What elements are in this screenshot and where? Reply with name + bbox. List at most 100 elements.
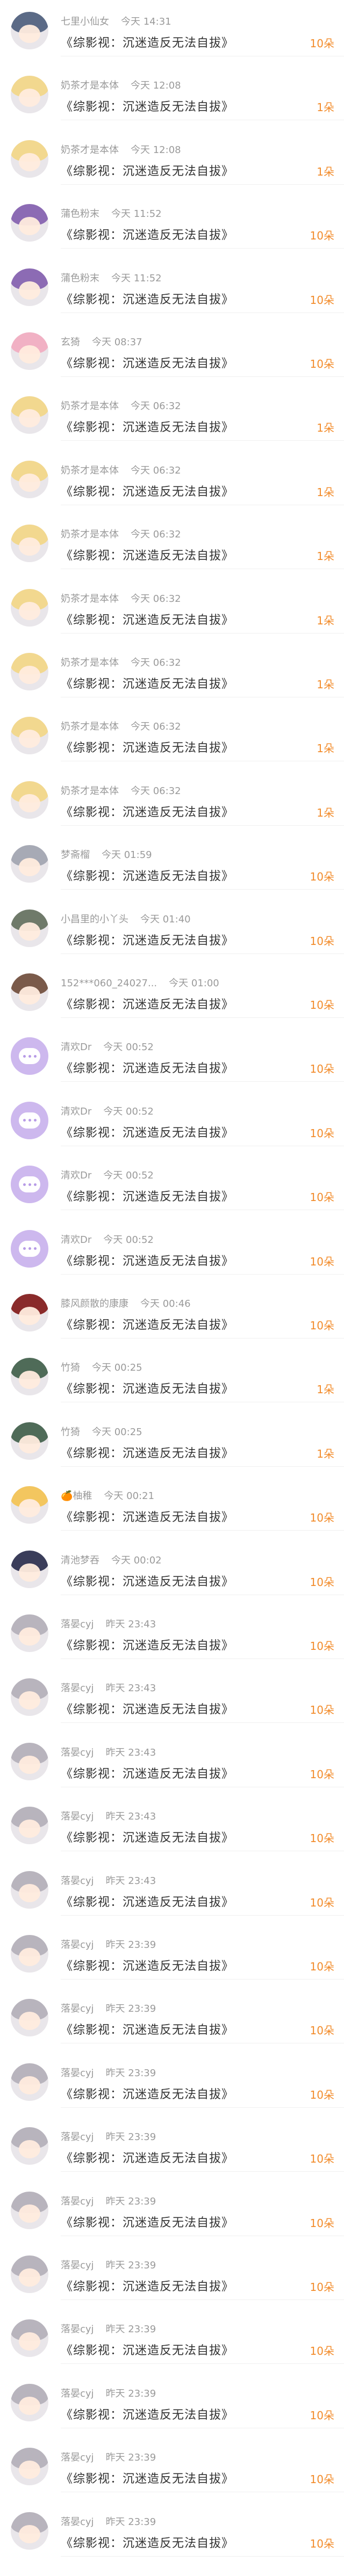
user-name[interactable]: 七里小仙女 (61, 16, 109, 27)
gift-record-row[interactable]: 落晏cyj 昨天 23:43 《综影视：沉迷造反无法自拔》 10朵 (0, 1852, 344, 1916)
gift-record-row[interactable]: 蒲色粉末 今天 11:52 《综影视：沉迷造反无法自拔》 10朵 (0, 185, 344, 249)
book-title[interactable]: 《综影视：沉迷造反无法自拔》 (61, 1956, 234, 1974)
book-title[interactable]: 《综影视：沉迷造反无法自拔》 (61, 33, 234, 50)
gift-record-row[interactable]: 🍊柚稚 今天 00:21 《综影视：沉迷造反无法自拔》 10朵 (0, 1467, 344, 1531)
user-name[interactable]: 竹猗 (61, 1427, 80, 1438)
user-name[interactable]: 落晏cyj (61, 1875, 94, 1887)
user-avatar[interactable] (11, 781, 48, 819)
user-avatar[interactable] (11, 2063, 48, 2101)
user-name[interactable]: 落晏cyj (61, 2131, 94, 2143)
gift-record-row[interactable]: 落晏cyj 昨天 23:39 《综影视：沉迷造反无法自拔》 10朵 (0, 2044, 344, 2108)
user-name[interactable]: 落晏cyj (61, 2260, 94, 2271)
book-title[interactable]: 《综影视：沉迷造反无法自拔》 (61, 1444, 234, 1461)
user-avatar[interactable] (11, 909, 48, 947)
gift-record-row[interactable]: 落晏cyj 昨天 23:43 《综影视：沉迷造反无法自拔》 10朵 (0, 1659, 344, 1723)
book-title[interactable]: 《综影视：沉迷造反无法自拔》 (61, 1700, 234, 1717)
user-name[interactable]: 奶茶才是本体 (61, 465, 119, 476)
user-name[interactable]: 落晏cyj (61, 1619, 94, 1630)
user-name[interactable]: 🍊柚稚 (61, 1490, 92, 1502)
book-title[interactable]: 《综影视：沉迷造反无法自拔》 (61, 2277, 234, 2294)
book-title[interactable]: 《综影视：沉迷造反无法自拔》 (61, 1508, 234, 1525)
user-name[interactable]: 清欢Dr (61, 1170, 91, 1181)
book-title[interactable]: 《综影视：沉迷造反无法自拔》 (61, 867, 234, 884)
user-name[interactable]: 玄猗 (61, 337, 80, 348)
gift-record-row[interactable]: 落晏cyj 昨天 23:43 《综影视：沉迷造反无法自拔》 10朵 (0, 1595, 344, 1659)
book-title[interactable]: 《综影视：沉迷造反无法自拔》 (61, 1893, 234, 1910)
user-name[interactable]: 落晏cyj (61, 2452, 94, 2463)
book-title[interactable]: 《综影视：沉迷造反无法自拔》 (61, 610, 234, 628)
gift-record-row[interactable]: 落晏cyj 昨天 23:39 《综影视：沉迷造反无法自拔》 10朵 (0, 2236, 344, 2300)
book-title[interactable]: 《综影视：沉迷造反无法自拔》 (61, 931, 234, 948)
gift-record-row[interactable]: 小昌里的小丫头 今天 01:40 《综影视：沉迷造反无法自拔》 10朵 (0, 890, 344, 954)
gift-record-row[interactable]: 清池梦吞 今天 00:02 《综影视：沉迷造反无法自拔》 10朵 (0, 1531, 344, 1595)
book-title[interactable]: 《综影视：沉迷造反无法自拔》 (61, 1059, 234, 1076)
user-avatar[interactable] (11, 332, 48, 370)
gift-record-row[interactable]: 膝风颜散的康康 今天 00:46 《综影视：沉迷造反无法自拔》 10朵 (0, 1275, 344, 1338)
user-name[interactable]: 清欢Dr (61, 1106, 91, 1117)
user-avatar[interactable] (11, 12, 48, 49)
user-name[interactable]: 落晏cyj (61, 2068, 94, 2079)
user-name[interactable]: 梦斋榴 (61, 849, 90, 861)
gift-record-row[interactable]: 七里小仙女 今天 14:31 《综影视：沉迷造反无法自拔》 10朵 (0, 0, 344, 56)
gift-record-row[interactable]: 蒲色粉末 今天 11:52 《综影视：沉迷造反无法自拔》 10朵 (0, 249, 344, 313)
user-avatar[interactable] (11, 1614, 48, 1652)
gift-record-row[interactable]: 落晏cyj 昨天 23:39 《综影视：沉迷造反无法自拔》 10朵 (0, 2300, 344, 2364)
user-name[interactable]: 奶茶才是本体 (61, 785, 119, 797)
user-avatar[interactable] (11, 1422, 48, 1460)
gift-record-row[interactable]: 梦斋榴 今天 01:59 《综影视：沉迷造反无法自拔》 10朵 (0, 826, 344, 890)
user-avatar[interactable] (11, 588, 48, 627)
book-title[interactable]: 《综影视：沉迷造反无法自拔》 (61, 1764, 234, 1781)
gift-record-row[interactable]: 奶茶才是本体 今天 12:08 《综影视：沉迷造反无法自拔》 1朵 (0, 56, 344, 121)
user-name[interactable]: 小昌里的小丫头 (61, 914, 128, 925)
gift-record-row[interactable]: 奶茶才是本体 今天 06:32 《综影视：沉迷造反无法自拔》 1朵 (0, 570, 344, 634)
book-title[interactable]: 《综影视：沉迷造反无法自拔》 (61, 2149, 234, 2166)
gift-record-row[interactable]: 落晏cyj 昨天 23:39 《综影视：沉迷造反无法自拔》 10朵 (0, 2428, 344, 2493)
user-avatar[interactable] (11, 973, 48, 1011)
user-avatar[interactable] (11, 1101, 48, 1139)
user-name[interactable]: 蒲色粉末 (61, 208, 99, 220)
user-name[interactable]: 落晏cyj (61, 2324, 94, 2335)
gift-record-row[interactable]: 落晏cyj 昨天 23:39 《综影视：沉迷造反无法自拔》 10朵 (0, 2493, 344, 2557)
book-title[interactable]: 《综影视：沉迷造反无法自拔》 (61, 418, 234, 435)
user-name[interactable]: 152***060_24027... (61, 978, 157, 989)
user-avatar[interactable] (11, 525, 48, 563)
book-title[interactable]: 《综影视：沉迷造反无法自拔》 (61, 1636, 234, 1653)
gift-record-row[interactable]: 竹猗 今天 00:25 《综影视：沉迷造反无法自拔》 1朵 (0, 1403, 344, 1467)
user-avatar[interactable] (11, 1294, 48, 1331)
gift-record-row[interactable]: 竹猗 今天 00:25 《综影视：沉迷造反无法自拔》 1朵 (0, 1338, 344, 1403)
user-name[interactable]: 竹猗 (61, 1362, 80, 1373)
book-title[interactable]: 《综影视：沉迷造反无法自拔》 (61, 225, 234, 243)
user-name[interactable]: 清欢Dr (61, 1234, 91, 1246)
gift-record-row[interactable]: 奶茶才是本体 今天 06:32 《综影视：沉迷造反无法自拔》 1朵 (0, 505, 344, 570)
user-avatar[interactable] (11, 2448, 48, 2486)
user-name[interactable]: 落晏cyj (61, 1683, 94, 1694)
book-title[interactable]: 《综影视：沉迷造反无法自拔》 (61, 482, 234, 499)
user-name[interactable]: 奶茶才是本体 (61, 593, 119, 605)
gift-record-row[interactable]: 清欢Dr 今天 00:52 《综影视：沉迷造反无法自拔》 10朵 (0, 1211, 344, 1275)
user-avatar[interactable] (11, 1935, 48, 1973)
gift-record-row[interactable]: 落晏cyj 昨天 23:43 《综影视：沉迷造反无法自拔》 10朵 (0, 1787, 344, 1852)
user-avatar[interactable] (11, 460, 48, 498)
user-avatar[interactable] (11, 204, 48, 242)
gift-record-row[interactable]: 清欢Dr 今天 00:52 《综影视：沉迷造反无法自拔》 10朵 (0, 1082, 344, 1146)
gift-record-row[interactable]: 落晏cyj 昨天 23:39 《综影视：沉迷造反无法自拔》 10朵 (0, 1916, 344, 1980)
user-avatar[interactable] (11, 2512, 48, 2550)
book-title[interactable]: 《综影视：沉迷造反无法自拔》 (61, 1315, 234, 1333)
gift-record-row[interactable]: 落晏cyj 昨天 23:39 《综影视：沉迷造反无法自拔》 10朵 (0, 2364, 344, 2428)
user-avatar[interactable] (11, 2127, 48, 2165)
gift-record-row[interactable]: 奶茶才是本体 今天 06:32 《综影视：沉迷造反无法自拔》 1朵 (0, 441, 344, 505)
user-name[interactable]: 落晏cyj (61, 2516, 94, 2528)
user-name[interactable]: 蒲色粉末 (61, 273, 99, 284)
book-title[interactable]: 《综影视：沉迷造反无法自拔》 (61, 2341, 234, 2358)
user-avatar[interactable] (11, 2319, 48, 2357)
user-avatar[interactable] (11, 1166, 48, 1204)
user-name[interactable]: 落晏cyj (61, 2003, 94, 2014)
user-avatar[interactable] (11, 1807, 48, 1845)
user-name[interactable]: 落晏cyj (61, 2196, 94, 2207)
gift-record-row[interactable]: 落晏cyj 昨天 23:39 《综影视：沉迷造反无法自拔》 10朵 (0, 2108, 344, 2172)
user-name[interactable]: 落晏cyj (61, 1747, 94, 1758)
user-name[interactable]: 落晏cyj (61, 1939, 94, 1951)
book-title[interactable]: 《综影视：沉迷造反无法自拔》 (61, 2020, 234, 2037)
gift-record-row[interactable]: 清欢Dr 今天 00:52 《综影视：沉迷造反无法自拔》 10朵 (0, 1146, 344, 1211)
user-name[interactable]: 膝风颜散的康康 (61, 1298, 128, 1309)
